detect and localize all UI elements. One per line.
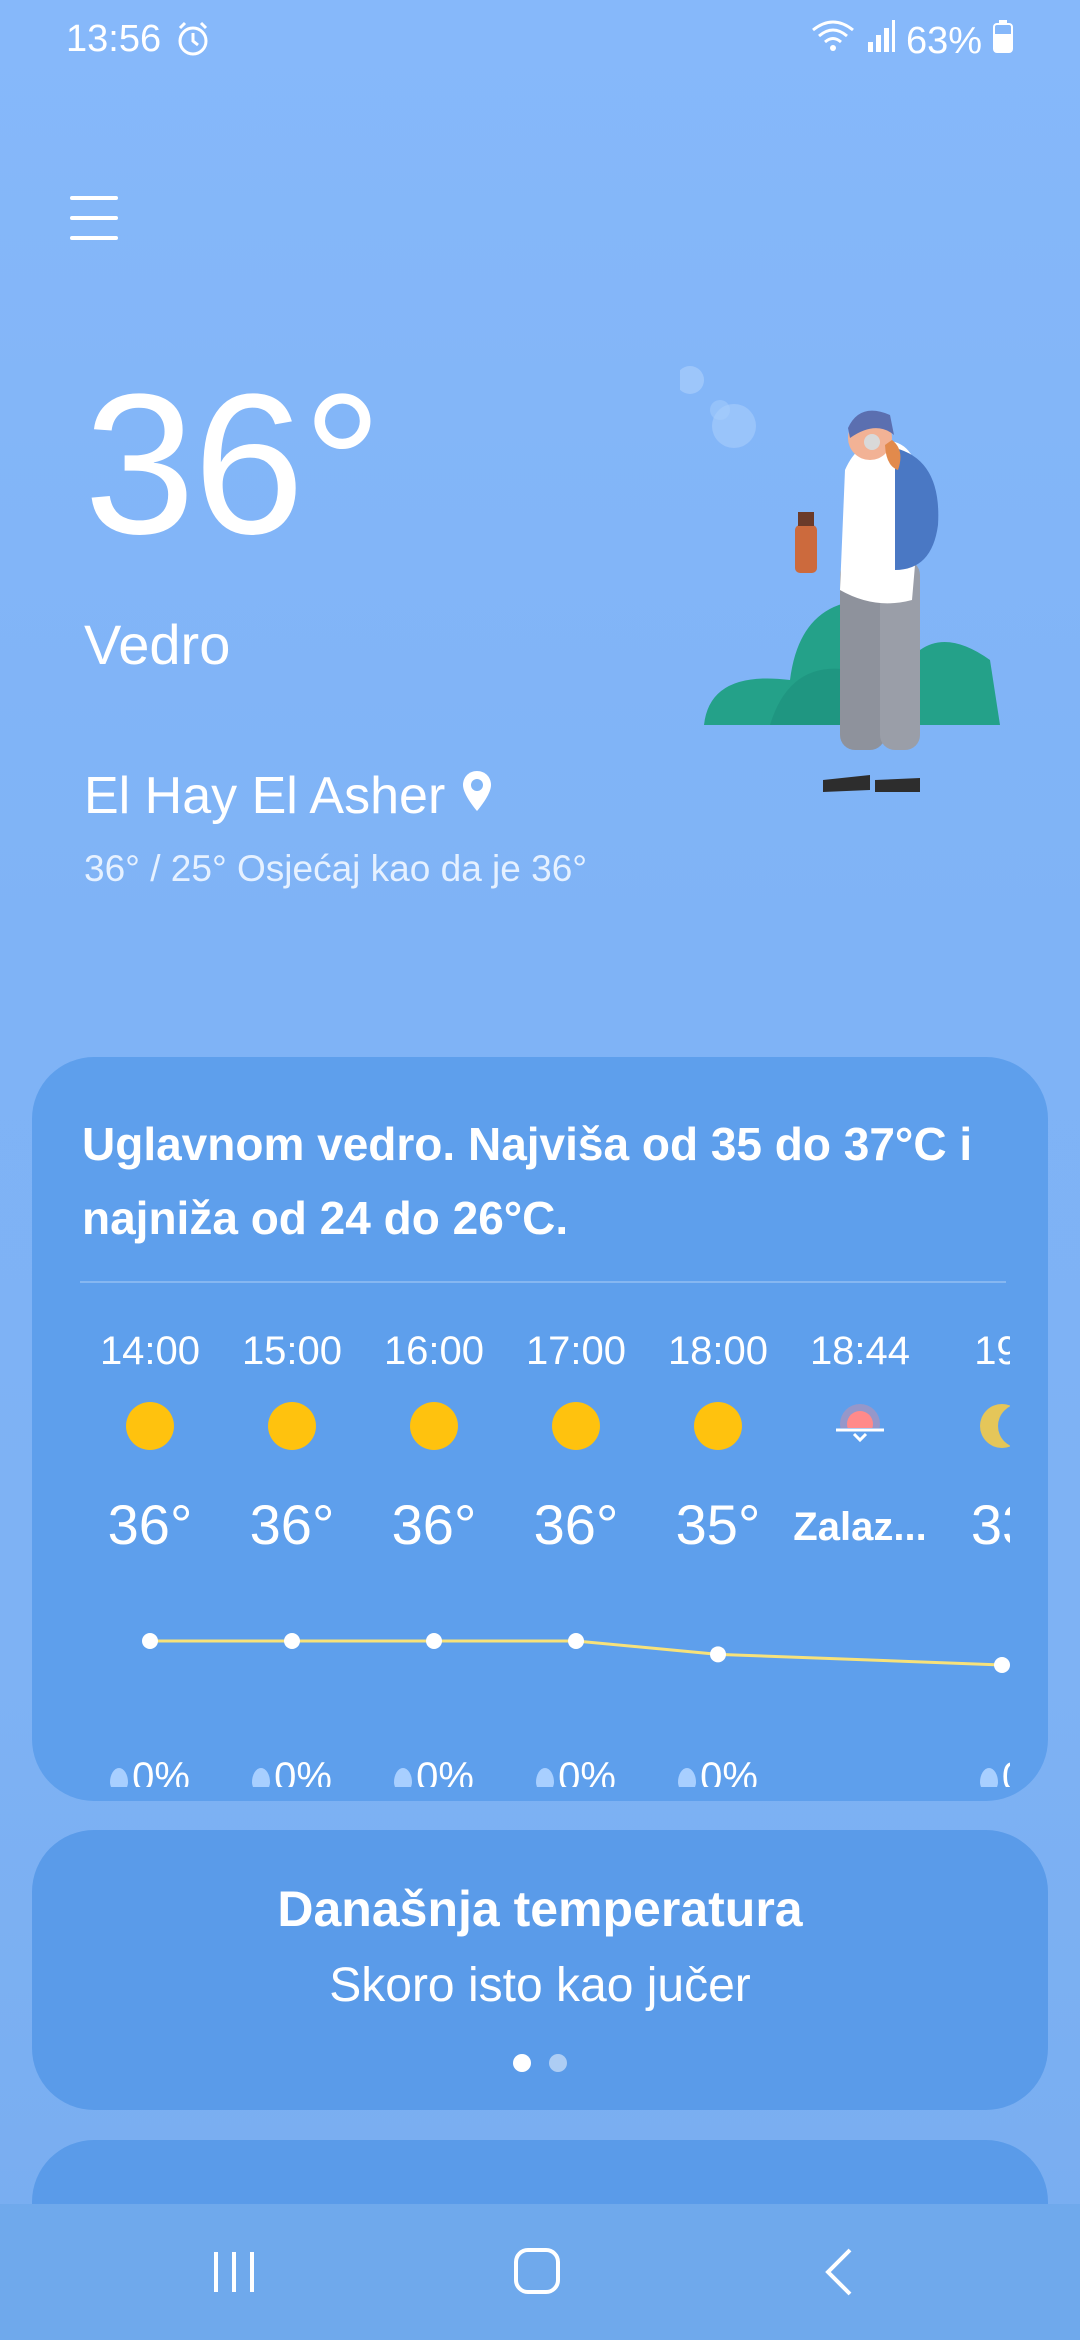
raindrop-icon: [252, 1768, 271, 1787]
hour-temperature: 35°: [675, 1493, 761, 1556]
status-bar: 13:56 63%: [0, 0, 1080, 84]
hour-precipitation: 0%: [222, 1755, 362, 1787]
signal-icon: [866, 18, 896, 64]
temperature-point: [426, 1633, 442, 1649]
hour-temperature: 36°: [533, 1493, 619, 1556]
raindrop-icon: [979, 1768, 998, 1787]
raindrop-icon: [110, 1768, 129, 1787]
moon-icon: [978, 1402, 1010, 1450]
forecast-card[interactable]: Uglavnom vedro. Najviša od 35 do 37°C i …: [32, 1057, 1048, 1801]
menu-icon: [70, 196, 118, 200]
sun-icon: [268, 1402, 316, 1450]
hour-temperature: 33: [970, 1493, 1010, 1556]
temperature-point: [568, 1633, 584, 1649]
hour-time: 17:00: [525, 1329, 627, 1373]
raindrop-icon: [536, 1768, 555, 1787]
hour-temperature: 36°: [107, 1493, 193, 1556]
hour-precipitation: 0%: [364, 1755, 504, 1787]
weather-condition: Vedro: [84, 613, 231, 676]
weather-illustration: [597, 270, 1010, 810]
battery-level: 63%: [905, 19, 982, 62]
navigation-bar: [0, 2204, 1080, 2340]
sun-icon: [126, 1402, 174, 1450]
hour-time: 19:: [974, 1329, 1010, 1373]
temperature-point: [142, 1633, 158, 1649]
hour-temperature: 36°: [249, 1493, 335, 1556]
home-icon: [514, 2248, 560, 2294]
high-low-feels-like: 36° / 25° Osjećaj kao da je 36°: [84, 848, 588, 889]
battery-icon: [992, 18, 1014, 64]
back-button[interactable]: [790, 2242, 890, 2302]
status-time: 13:56: [66, 18, 162, 60]
page-indicator: [0, 2054, 1080, 2074]
location[interactable]: El Hay El Asher: [84, 766, 493, 826]
hour-temperature: 36°: [391, 1493, 477, 1556]
hour-precipitation: 0%: [80, 1755, 220, 1787]
recent-apps-icon: [214, 2252, 254, 2292]
sun-icon: [410, 1402, 458, 1450]
alarm-icon: [174, 20, 212, 58]
current-temperature: 36°: [84, 353, 382, 576]
raindrop-icon: [678, 1768, 697, 1787]
temperature-point: [284, 1633, 300, 1649]
today-card-subtitle: Skoro isto kao jučer: [329, 1959, 751, 2012]
hour-time: 15:00: [241, 1329, 343, 1373]
location-name: El Hay El Asher: [84, 767, 446, 825]
hour-time: 18:00: [667, 1329, 769, 1373]
sun-icon: [694, 1402, 742, 1450]
hourly-forecast[interactable]: 14:00 36° 0% 15:00 36° 0% 16:00 36° 0% 17:00 36° 0%…: [32, 1307, 1010, 1787]
recent-apps-button[interactable]: [184, 2242, 284, 2302]
divider: [80, 1281, 1006, 1283]
hour-time: 16:00: [383, 1329, 485, 1373]
hour-precipitation: 0: [932, 1755, 1010, 1787]
wifi-icon: [810, 18, 856, 64]
forecast-summary: Uglavnom vedro. Najviša od 35 do 37°C i …: [82, 1118, 973, 1244]
hour-temperature: Zalaz...: [793, 1505, 927, 1549]
back-icon: [825, 2248, 852, 2296]
hour-time: 14:00: [99, 1329, 201, 1373]
temperature-point: [994, 1657, 1010, 1673]
page-dot: [513, 2054, 531, 2072]
sun-icon: [552, 1402, 600, 1450]
today-card-title: Današnja temperatura: [277, 1881, 803, 1937]
temperature-point: [710, 1646, 726, 1663]
location-pin-icon: [461, 766, 493, 826]
menu-button[interactable]: [70, 196, 120, 240]
hour-precipitation: 0%: [506, 1755, 646, 1787]
hour-time: 18:44: [809, 1329, 911, 1373]
home-button[interactable]: [486, 2242, 586, 2302]
raindrop-icon: [394, 1768, 413, 1787]
status-right: 63%: [810, 18, 1014, 64]
page-dot: [549, 2054, 567, 2072]
sunset-icon: [836, 1402, 884, 1450]
hour-precipitation: 0%: [648, 1755, 788, 1787]
